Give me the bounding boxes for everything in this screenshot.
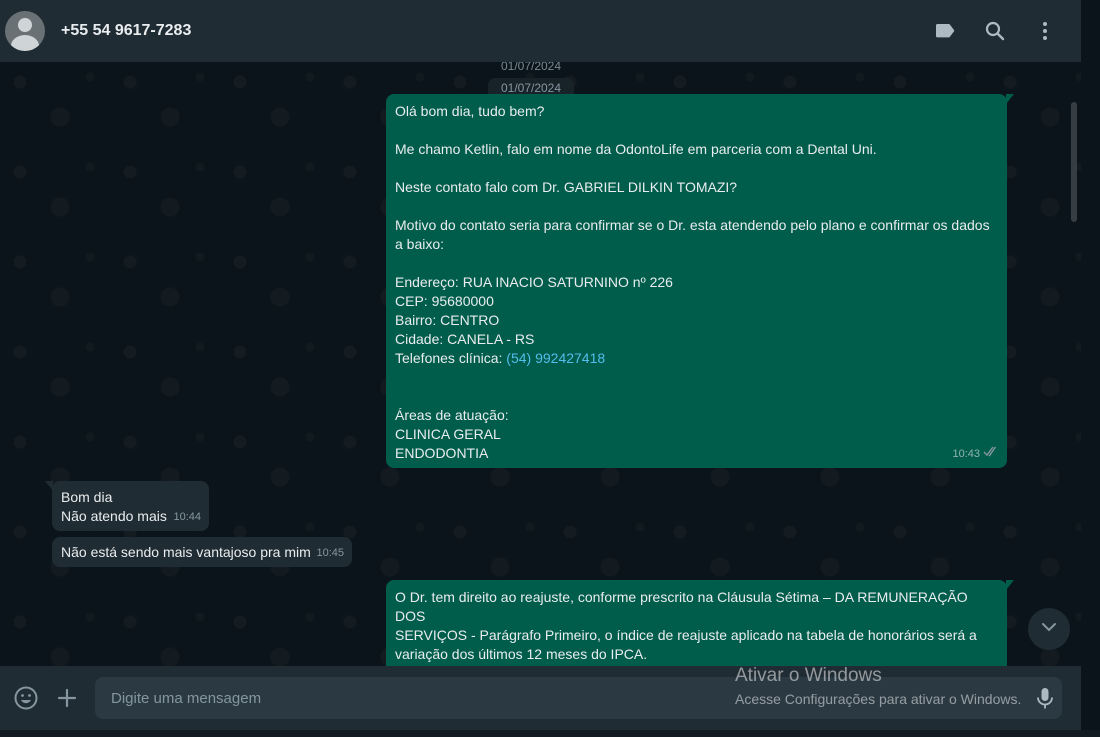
phone-label: Telefones clínica: [395, 350, 507, 366]
message-bubble-incoming[interactable]: Bom dia Não atendo mais 10:44 [45, 481, 209, 531]
message-line [395, 368, 998, 387]
chat-area[interactable]: 01/07/2024 01/07/2024 Olá bom dia, tudo … [0, 62, 1081, 666]
message-text: O Dr. tem direito ao reajuste, conforme … [395, 588, 998, 664]
message-line [395, 121, 998, 140]
emoji-icon[interactable] [13, 685, 39, 711]
message-line: SERVIÇOS - Parágrafo Primeiro, o índice … [395, 627, 977, 643]
message-text: Olá bom dia, tudo bem? Me chamo Ketlin, … [395, 102, 998, 349]
search-icon[interactable] [983, 19, 1007, 43]
message-line: Motivo do contato seria para confirmar s… [395, 217, 990, 233]
message-line: Olá bom dia, tudo bem? [395, 103, 545, 119]
message-line: CEP: 95680000 [395, 293, 494, 309]
message-line [395, 387, 998, 406]
avatar-body [11, 35, 39, 51]
message-line: a baixo: [395, 236, 445, 252]
message-time: 10:44 [173, 511, 201, 523]
message-meta: 10:45 [316, 544, 344, 563]
message-line: Bairro: CENTRO [395, 312, 500, 328]
message-line: Endereço: RUA INACIO SATURNINO nº 226 [395, 274, 673, 290]
scrollbar-thumb[interactable] [1071, 102, 1077, 222]
window-bottom-edge [0, 730, 1100, 737]
message-line: ENDODONTIA [395, 445, 489, 461]
chat-header: +55 54 9617-7283 [0, 0, 1081, 62]
message-line: O Dr. tem direito ao reajuste, conforme … [395, 589, 972, 624]
message-line: Não está sendo mais vantajoso pra mim [61, 544, 311, 560]
contact-name[interactable]: +55 54 9617-7283 [61, 22, 191, 40]
label-icon[interactable] [933, 19, 957, 43]
composer-bar [0, 666, 1081, 730]
message-time: 10:43 [952, 448, 980, 460]
phone-link[interactable]: (54) 992427418 [506, 350, 605, 366]
message-line [395, 254, 998, 273]
message-line: Me chamo Ketlin, falo em nome da OdontoL… [395, 141, 877, 157]
avatar[interactable] [5, 11, 45, 51]
microphone-icon[interactable] [1032, 685, 1058, 711]
message-bubble-outgoing[interactable]: O Dr. tem direito ao reajuste, conforme … [386, 580, 1014, 666]
message-meta: 10:44 [173, 508, 201, 527]
message-input[interactable] [95, 677, 1062, 719]
message-line: Neste contato falo com Dr. GABRIEL DILKI… [395, 179, 738, 195]
message-text: Não está sendo mais vantajoso pra mim [61, 543, 343, 562]
message-line [395, 159, 998, 178]
chevron-down-icon [1040, 618, 1058, 641]
message-line: Bom dia [61, 489, 113, 505]
window-right-edge [1081, 0, 1100, 737]
message-line: Áreas de atuação: [395, 407, 509, 423]
message-bubble-incoming[interactable]: Não está sendo mais vantajoso pra mim 10… [52, 537, 352, 567]
message-time: 10:45 [316, 547, 344, 559]
scroll-down-button[interactable] [1028, 608, 1070, 650]
message-line: CLINICA GERAL [395, 426, 501, 442]
plus-icon[interactable] [54, 685, 80, 711]
message-line: variação dos últimos 12 meses do IPCA. [395, 646, 648, 662]
read-checks-icon [983, 445, 999, 464]
message-line [395, 197, 998, 216]
menu-icon[interactable] [1033, 19, 1057, 43]
avatar-head [18, 18, 32, 32]
message-bubble-outgoing[interactable]: Olá bom dia, tudo bem? Me chamo Ketlin, … [386, 94, 1014, 468]
message-phone-line: Telefones clínica: (54) 992427418 [395, 349, 998, 368]
message-text-after: Áreas de atuação: CLINICA GERAL ENDODONTIA [395, 368, 998, 463]
message-line: Cidade: CANELA - RS [395, 331, 535, 347]
message-meta: 10:43 [952, 445, 999, 464]
